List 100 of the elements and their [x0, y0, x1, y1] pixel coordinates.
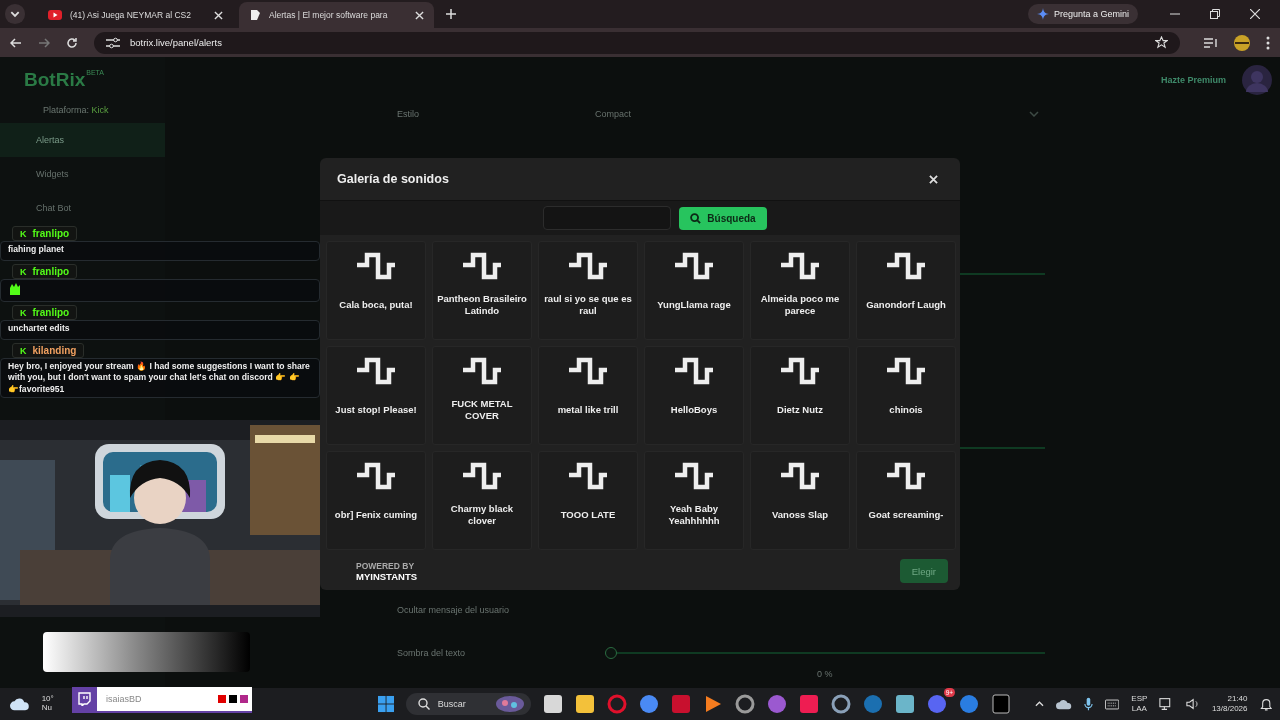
premium-link[interactable]: Hazte Premium [1160, 75, 1226, 85]
folder-icon[interactable] [575, 694, 596, 714]
chat-message: Hey bro, I enjoyed your stream 🔥 I had some suggestions I want to share with you, but I don't want to spam your chat let's chat on discord 👉 👉 👉favorite951 [8, 361, 310, 394]
reload-icon[interactable] [66, 36, 78, 49]
speaker-icon[interactable] [1185, 697, 1200, 711]
close-icon[interactable] [214, 10, 223, 20]
sound-wave-icon [568, 357, 608, 385]
close-icon[interactable] [415, 10, 424, 20]
microphone-icon[interactable] [1084, 696, 1093, 712]
tiktok-icon[interactable] [799, 694, 820, 714]
sound-tile[interactable]: chinois [856, 346, 956, 445]
chat-message: fiahing planet [8, 244, 64, 254]
restore-icon[interactable] [1210, 9, 1220, 19]
address-field[interactable]: botrix.live/panel/alerts [130, 37, 222, 48]
speech-box-icon [78, 692, 91, 706]
tab-list-icon[interactable] [4, 3, 26, 25]
sound-wave-icon [674, 252, 714, 280]
obs-icon[interactable] [735, 694, 756, 714]
sound-tile[interactable]: Ganondorf Laugh [856, 241, 956, 340]
sound-tile[interactable]: Pantheon Brasileiro Latindo [432, 241, 532, 340]
logo[interactable]: BotRix [24, 69, 86, 91]
taskbar-search[interactable]: Buscar [405, 693, 532, 715]
avatar-icon[interactable] [1234, 34, 1250, 51]
sound-wave-icon [568, 252, 608, 280]
start-icon[interactable] [377, 695, 394, 713]
sound-tile[interactable]: HelloBoys [644, 346, 744, 445]
cloud-icon[interactable] [10, 697, 30, 711]
tab-title: (41) Asi Juega NEYMAR al CS2 [70, 10, 192, 20]
chat-message: unchartet edits [8, 323, 70, 334]
style-select[interactable]: Compact [589, 105, 1045, 123]
close-icon[interactable] [1250, 9, 1260, 19]
sound-tile[interactable]: obr] Fenix cuming [326, 451, 426, 550]
gear-icon[interactable] [831, 694, 852, 714]
field-label: Ocultar mensaje del usuario [397, 605, 510, 615]
opera-icon[interactable] [607, 694, 628, 714]
provider-name: MYINSTANTS [356, 570, 418, 582]
close-icon[interactable] [929, 174, 938, 184]
sound-tile[interactable]: Vanoss Slap [750, 451, 850, 550]
app-icon[interactable] [959, 694, 980, 714]
clock-date[interactable]: 13/8/2026 [1211, 704, 1248, 714]
dialog-title: Galería de sonidos [337, 172, 449, 186]
platform-name: Kick [91, 105, 109, 115]
sound-tile[interactable]: metal like trill [538, 346, 638, 445]
keyboard-icon[interactable] [1105, 698, 1120, 710]
language[interactable]: ESP [1131, 694, 1148, 704]
platform-letter: K [20, 228, 27, 239]
platform-letter: K [20, 345, 27, 356]
powered-by-text: POWERED BY [356, 560, 416, 571]
sound-wave-icon [356, 357, 396, 385]
forward-icon[interactable] [38, 36, 50, 49]
browser-tab[interactable]: Alertas | El mejor software para [239, 2, 434, 28]
star-icon[interactable] [1155, 36, 1168, 49]
chevron-up-icon[interactable] [1035, 701, 1044, 707]
sound-tile[interactable]: Just stop! Please! [326, 346, 426, 445]
site-settings-icon[interactable] [106, 36, 120, 49]
search-field[interactable] [543, 206, 672, 230]
sound-wave-icon [780, 357, 820, 385]
platform-label: Plataforma: [43, 105, 90, 115]
menu-icon[interactable] [1266, 35, 1270, 50]
sound-tile[interactable]: Almeida poco me parece [750, 241, 850, 340]
sound-tile[interactable]: Charmy black clover [432, 451, 532, 550]
media-icon[interactable] [1204, 36, 1218, 49]
nav-item[interactable]: Alertas [0, 123, 165, 157]
chrome-icon[interactable] [639, 694, 660, 714]
clock-time[interactable]: 21:40 [1227, 694, 1248, 704]
sound-wave-icon [886, 357, 926, 385]
sound-tile[interactable]: Yeah Baby Yeahhhhhh [644, 451, 744, 550]
sound-tile[interactable]: Dietz Nutz [750, 346, 850, 445]
sound-wave-icon [462, 462, 502, 490]
sound-tile[interactable]: Cala boca, puta! [326, 241, 426, 340]
search-button[interactable]: Búsqueda [679, 206, 767, 230]
browser-tab[interactable]: (41) Asi Juega NEYMAR al CS2 [38, 2, 233, 28]
search-highlight-icon [495, 695, 526, 713]
sound-tile[interactable]: YungLlama rage [644, 241, 744, 340]
username-tag: K franlipo [12, 305, 78, 321]
sound-wave-icon [780, 462, 820, 490]
sound-tile[interactable]: raul si yo se que es raul [538, 241, 638, 340]
sound-tile[interactable]: Goat screaming- [856, 451, 956, 550]
username-tag: K franlipo [12, 226, 78, 241]
sound-tile[interactable]: FUCK METAL COVER [432, 346, 532, 445]
sound-wave-icon [462, 357, 502, 385]
chat-bubble-icon[interactable] [767, 694, 788, 714]
task-view-icon[interactable] [543, 694, 564, 714]
app-icon[interactable] [895, 694, 916, 714]
steam-icon[interactable] [863, 694, 884, 714]
nav-item[interactable]: Chat Bot [0, 191, 165, 225]
sound-wave-icon [674, 357, 714, 385]
site-icon [249, 9, 261, 21]
discord-icon[interactable] [927, 694, 948, 714]
back-icon[interactable] [10, 36, 22, 49]
new-tab-icon[interactable] [446, 9, 456, 19]
sparkle-icon [1036, 8, 1049, 20]
platform-letter: K [20, 266, 27, 277]
keyboard-layout[interactable]: LAA [1131, 704, 1147, 714]
bell-icon[interactable] [1259, 696, 1272, 712]
cloud-icon[interactable] [1056, 698, 1073, 710]
sound-tile[interactable]: TOOO LATE [538, 451, 638, 550]
nav-item[interactable]: Widgets [0, 157, 165, 191]
epic-icon[interactable] [991, 694, 1012, 714]
gemini-button[interactable]: Pregunta a Gemini [1027, 4, 1138, 24]
